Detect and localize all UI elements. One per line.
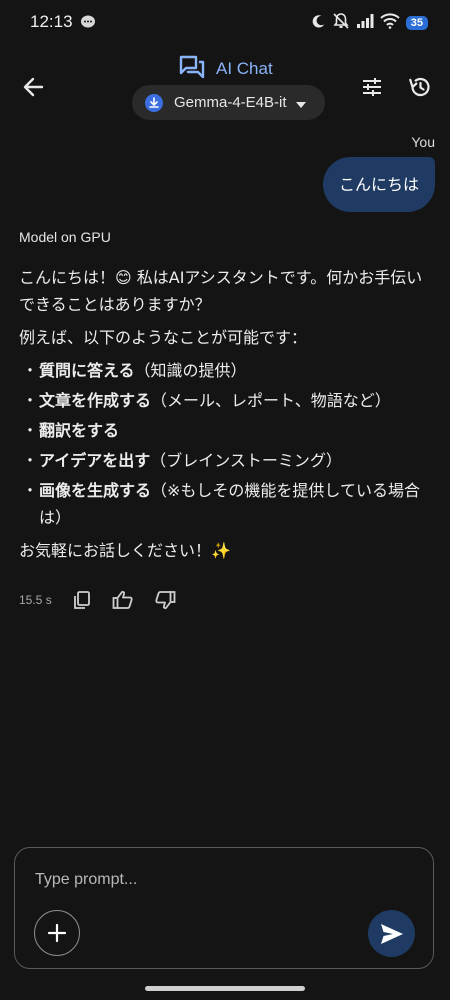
prompt-input-box[interactable]: Type prompt... xyxy=(14,847,434,969)
model-response: こんにちは！😊 私はAIアシスタントです。何かお手伝いできることはありますか？ … xyxy=(19,264,431,570)
list-item: ・文章を作成する（メール、レポート、物語など） xyxy=(22,391,391,410)
cell-signal-icon xyxy=(356,13,374,33)
chat-forum-icon xyxy=(178,54,206,84)
app-header: AI Chat Gemma-4-E4B-it xyxy=(0,44,450,124)
status-bar: 12:13 35 xyxy=(0,0,450,44)
tune-icon xyxy=(363,78,381,96)
model-label: Model on GPU xyxy=(19,229,111,245)
status-time: 12:13 xyxy=(30,12,73,31)
wifi-icon xyxy=(380,13,400,33)
list-item: ・質問に答える（知識の提供） xyxy=(22,361,247,380)
thumb-up-button[interactable] xyxy=(112,590,134,610)
response-closing: お気軽にお話しください！✨ xyxy=(19,541,231,560)
response-list: ・質問に答える（知識の提供） ・文章を作成する（メール、レポート、物語など） ・… xyxy=(19,357,431,531)
response-actions: 15.5 s xyxy=(19,590,196,610)
prompt-input[interactable]: Type prompt... xyxy=(35,871,137,889)
tune-button[interactable] xyxy=(361,76,383,102)
home-indicator[interactable] xyxy=(145,986,305,991)
battery-indicator: 35 xyxy=(405,16,428,30)
thumb-up-icon xyxy=(112,590,133,609)
response-latency: 15.5 s xyxy=(19,593,52,607)
muted-bell-icon xyxy=(332,12,350,34)
thumb-down-button[interactable] xyxy=(154,590,176,610)
send-icon xyxy=(380,923,403,944)
response-intro: こんにちは！😊 私はAIアシスタントです。何かお手伝いできることはありますか？ xyxy=(19,268,423,314)
model-selector[interactable]: Gemma-4-E4B-it xyxy=(132,85,325,120)
user-label: You xyxy=(411,134,435,150)
user-message-bubble: こんにちは xyxy=(322,157,435,212)
response-examples-lead: 例えば、以下のようなことが可能です： xyxy=(19,328,308,347)
list-item: ・翻訳をする xyxy=(22,421,120,440)
history-icon xyxy=(408,77,430,97)
copy-button[interactable] xyxy=(72,590,92,610)
thumb-down-icon xyxy=(155,591,176,610)
send-button[interactable] xyxy=(368,910,415,957)
chat-notification-icon xyxy=(80,14,96,34)
list-item: ・アイデアを出す（ブレインストーミング） xyxy=(22,451,342,470)
download-icon xyxy=(145,93,163,112)
do-not-disturb-moon-icon xyxy=(311,14,326,33)
add-attachment-button[interactable] xyxy=(34,910,80,956)
page-title: AI Chat xyxy=(216,59,273,78)
model-name: Gemma-4-E4B-it xyxy=(174,94,287,111)
list-item: ・画像を生成する（※もしその機能を提供している場合は） xyxy=(22,481,420,527)
chevron-down-icon xyxy=(295,93,306,112)
history-button[interactable] xyxy=(408,75,432,103)
app-title-group: AI Chat xyxy=(178,54,273,84)
plus-icon xyxy=(47,923,67,943)
copy-icon xyxy=(73,591,90,609)
arrow-left-icon xyxy=(23,77,44,97)
back-button[interactable] xyxy=(20,73,48,101)
